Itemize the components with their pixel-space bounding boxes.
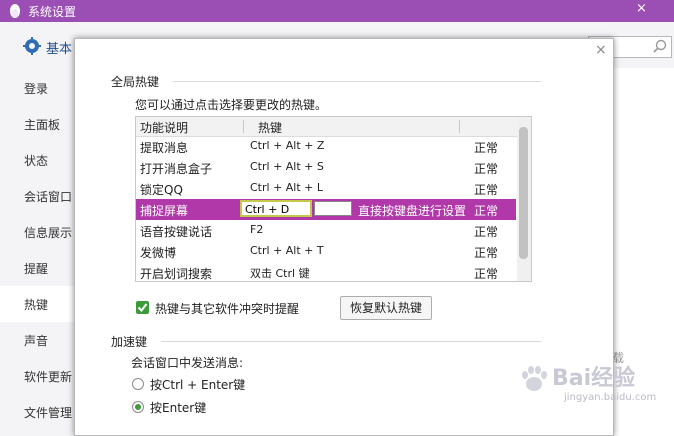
sidebar-item-software-update[interactable]: 软件更新 — [0, 358, 74, 394]
sidebar-item-info-display[interactable]: 信息展示 — [0, 214, 74, 250]
baidu-watermark: Bai经验 jingyan.baidu.com — [520, 360, 670, 410]
sidebar-item-login[interactable]: 登录 — [0, 70, 74, 106]
row-hotkey: F2 — [250, 223, 264, 236]
radio-selected-dot — [135, 404, 141, 410]
paw-icon — [522, 366, 547, 391]
window-title: 系统设置 — [28, 5, 77, 19]
row-function: 提取消息 — [140, 141, 189, 155]
table-row[interactable]: 语音按键说话 F2 正常 — [136, 220, 516, 241]
sidebar-item-label: 状态 — [24, 154, 49, 168]
column-header-hotkey: 热键 — [258, 121, 283, 135]
sidebar-item-hotkeys[interactable]: 热键 — [0, 286, 74, 322]
scrollbar-thumb[interactable] — [519, 127, 528, 259]
row-function: 语音按键说话 — [140, 225, 213, 239]
row-hotkey: Ctrl + Alt + S — [250, 160, 324, 173]
row-function: 捕捉屏幕 — [140, 204, 189, 218]
row-hotkey: Ctrl + Alt + Z — [250, 139, 325, 152]
row-status: 正常 — [474, 141, 499, 155]
sidebar-item-label: 提醒 — [24, 262, 49, 276]
conflict-alert-label[interactable]: 热键与其它软件冲突时提醒 — [155, 300, 299, 317]
row-hint: 直接按键盘进行设置 — [358, 204, 467, 218]
watermark-text: Bai经验 — [552, 366, 636, 391]
column-divider — [243, 120, 244, 133]
row-hotkey: Ctrl + Alt + T — [250, 244, 324, 257]
sidebar-item-file-management[interactable]: 文件管理 — [0, 394, 74, 430]
row-function: 发微博 — [140, 246, 177, 260]
row-hotkey: 双击 Ctrl 键 — [250, 267, 310, 280]
row-status: 正常 — [474, 246, 499, 260]
sidebar-item-chat-window[interactable]: 会话窗口 — [0, 178, 74, 214]
table-row[interactable]: 打开消息盒子 Ctrl + Alt + S 正常 — [136, 157, 516, 178]
sidebar-item-label: 会话窗口 — [24, 190, 73, 204]
radio-ctrl-enter[interactable] — [132, 378, 144, 390]
table-row[interactable]: 提取消息 Ctrl + Alt + Z 正常 — [136, 136, 516, 157]
sidebar-item-label: 信息展示 — [24, 226, 73, 240]
sidebar-item-reminder[interactable]: 提醒 — [0, 250, 74, 286]
row-status: 正常 — [474, 225, 499, 239]
radio-enter-label[interactable]: 按Enter键 — [150, 399, 206, 416]
conflict-alert-checkbox[interactable] — [136, 301, 149, 314]
section-divider — [161, 341, 541, 342]
qq-penguin-icon — [10, 4, 20, 18]
title-bar: 系统设置 × — [0, 0, 674, 22]
accelerator-title: 加速键 — [111, 335, 148, 349]
search-icon — [653, 39, 667, 53]
hotkeys-description: 您可以通过点击选择要更改的热键。 — [135, 98, 328, 112]
radio-enter[interactable] — [132, 401, 144, 413]
row-function: 开启划词搜索 — [140, 267, 213, 281]
hotkey-edit-field-secondary[interactable] — [314, 201, 352, 216]
sidebar-item-label: 主面板 — [24, 118, 61, 132]
sidebar-item-label: 软件更新 — [24, 370, 73, 384]
sidebar-item-main-panel[interactable]: 主面板 — [0, 106, 74, 142]
section-divider — [173, 81, 541, 82]
table-row[interactable]: 发微博 Ctrl + Alt + T 正常 — [136, 241, 516, 262]
sidebar-item-label: 热键 — [24, 298, 49, 312]
row-function: 打开消息盒子 — [140, 162, 213, 176]
column-divider — [459, 120, 460, 133]
sidebar-item-status[interactable]: 状态 — [0, 142, 74, 178]
table-header: 功能说明 热键 — [136, 117, 531, 137]
table-row[interactable]: 锁定QQ Ctrl + Alt + L 正常 — [136, 178, 516, 199]
hotkey-edit-value: Ctrl + D — [245, 203, 290, 216]
sidebar-item-label: 文件管理 — [24, 406, 73, 420]
table-scrollbar[interactable] — [517, 117, 531, 281]
table-row[interactable]: 开启划词搜索 双击 Ctrl 键 正常 — [136, 262, 516, 281]
radio-ctrl-enter-label[interactable]: 按Ctrl + Enter键 — [150, 376, 245, 393]
row-status: 正常 — [474, 183, 499, 197]
column-header-function: 功能说明 — [140, 121, 189, 135]
row-hotkey: Ctrl + Alt + L — [250, 181, 324, 194]
row-status: 正常 — [474, 162, 499, 176]
row-status: 正常 — [474, 267, 499, 281]
window-close-button[interactable]: × — [636, 1, 647, 16]
settings-sidebar: 登录 主面板 状态 会话窗口 信息展示 提醒 热键 声音 软件更新 文件管理 — [0, 68, 75, 436]
dialog-close-button[interactable]: × — [595, 42, 607, 58]
checkmark-icon — [137, 303, 148, 313]
restore-default-hotkeys-button[interactable]: 恢复默认热键 — [340, 296, 432, 320]
sidebar-item-label: 登录 — [24, 82, 49, 96]
hotkey-table: 功能说明 热键 提取消息 Ctrl + Alt + Z 正常 打开消息盒子 Ct… — [135, 116, 532, 282]
gear-icon — [23, 37, 41, 55]
accelerator-description: 会话窗口中发送消息: — [131, 356, 244, 370]
hotkey-edit-field[interactable]: Ctrl + D — [240, 200, 312, 217]
watermark-url: jingyan.baidu.com — [564, 392, 657, 403]
global-hotkeys-title: 全局热键 — [111, 75, 160, 89]
sidebar-item-sound[interactable]: 声音 — [0, 322, 74, 358]
table-row-selected[interactable]: 捕捉屏幕 Ctrl + D 直接按键盘进行设置 正常 — [136, 199, 516, 220]
tab-basic[interactable]: 基本 — [46, 38, 72, 57]
row-function: 锁定QQ — [140, 183, 183, 197]
row-status: 正常 — [474, 204, 499, 218]
sidebar-item-label: 声音 — [24, 334, 49, 348]
